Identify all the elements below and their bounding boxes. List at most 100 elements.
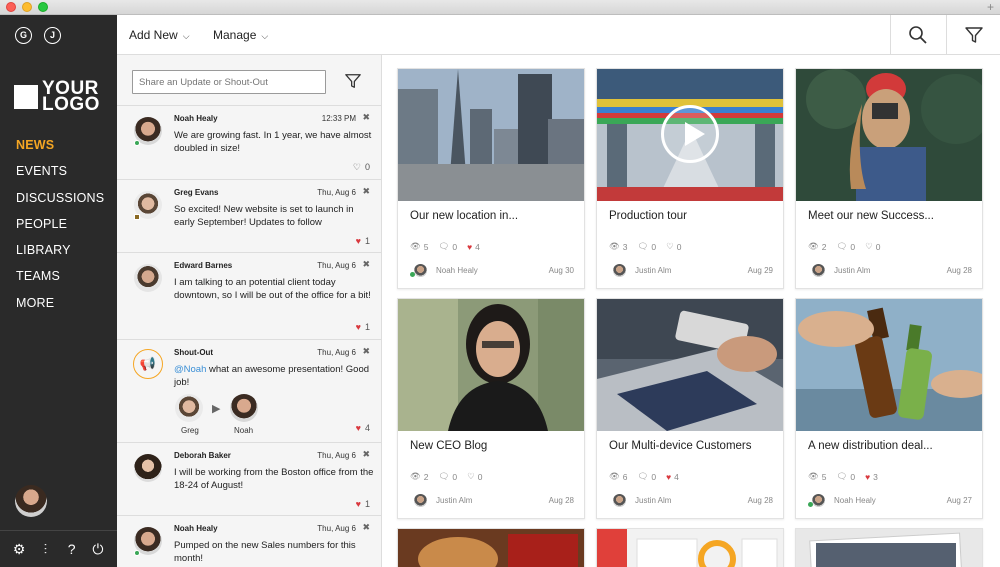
- comments-stat[interactable]: 🗨 0: [439, 471, 458, 482]
- post-author[interactable]: Noah Healy: [174, 114, 218, 123]
- search-button[interactable]: [890, 15, 944, 55]
- like-button[interactable]: ♥ 1: [356, 499, 370, 509]
- report-image: [597, 529, 783, 567]
- nav-item-teams[interactable]: TEAMS: [16, 268, 104, 294]
- filter-button[interactable]: [946, 15, 1000, 55]
- sliders-icon[interactable]: ⫶: [36, 541, 54, 558]
- news-card[interactable]: Our new location in... 👁 5 🗨 0 ♥ 4 Noah Hea…: [397, 68, 585, 289]
- nav-item-library[interactable]: LIBRARY: [16, 242, 104, 268]
- close-icon[interactable]: ✖: [362, 259, 370, 270]
- likes-stat[interactable]: ♡ 0: [865, 241, 880, 252]
- feed-post[interactable]: Noah Healy 12:33 PM ✖ We are growing fas…: [117, 106, 381, 180]
- post-author[interactable]: Shout-Out: [174, 348, 213, 357]
- likes-stat[interactable]: ♡ 0: [666, 241, 681, 252]
- play-video-icon[interactable]: [661, 105, 719, 163]
- avatar[interactable]: [613, 494, 626, 507]
- online-status-icon: [410, 272, 415, 277]
- shoutout-to: Noah: [234, 426, 254, 435]
- news-card-partial[interactable]: [397, 528, 585, 567]
- help-icon[interactable]: ?: [63, 541, 81, 557]
- likes-stat[interactable]: ♥ 4: [467, 241, 480, 252]
- nav-item-events[interactable]: EVENTS: [16, 163, 104, 189]
- share-update-input[interactable]: [132, 70, 326, 94]
- feed-post[interactable]: Noah Healy Thu, Aug 6 ✖ Pumped on the ne…: [117, 516, 381, 567]
- papers-image: [796, 529, 982, 567]
- avatar[interactable]: [134, 454, 162, 482]
- card-author[interactable]: Justin Alm: [436, 496, 472, 505]
- post-author[interactable]: Greg Evans: [174, 188, 218, 197]
- close-icon[interactable]: ✖: [362, 449, 370, 460]
- status-icon: [134, 214, 140, 220]
- g-badge-icon[interactable]: G: [15, 27, 32, 44]
- settings-icon[interactable]: ⚙: [10, 541, 28, 558]
- card-author[interactable]: Noah Healy: [436, 266, 478, 275]
- logo[interactable]: YOUR LOGO: [14, 79, 102, 114]
- new-tab-button[interactable]: +: [987, 0, 994, 14]
- views-stat: 👁 2: [410, 471, 429, 482]
- like-button[interactable]: ♥ 1: [356, 236, 370, 246]
- news-card[interactable]: Production tour 👁 3 🗨 0 ♡ 0 Justin Alm Aug …: [596, 68, 784, 289]
- news-card[interactable]: New CEO Blog 👁 2 🗨 0 ♡ 0 Justin Alm Aug 28: [397, 298, 585, 519]
- avatar[interactable]: [175, 394, 203, 422]
- comments-stat[interactable]: 🗨 0: [837, 471, 856, 482]
- mention-link[interactable]: @Noah: [174, 364, 206, 375]
- nav-item-people[interactable]: PEOPLE: [16, 216, 104, 242]
- like-button[interactable]: ♥ 1: [356, 322, 370, 332]
- news-card-partial[interactable]: [596, 528, 784, 567]
- close-icon[interactable]: ✖: [362, 522, 370, 533]
- comments-stat[interactable]: 🗨 0: [638, 471, 657, 482]
- window-close-button[interactable]: [6, 2, 16, 12]
- like-button[interactable]: ♡ 0: [353, 162, 370, 173]
- like-button[interactable]: ♥ 4: [356, 423, 370, 433]
- window-maximize-button[interactable]: [38, 2, 48, 12]
- post-text: @Noah what an awesome presentation! Good…: [174, 364, 370, 388]
- card-author[interactable]: Justin Alm: [635, 266, 671, 275]
- window-minimize-button[interactable]: [22, 2, 32, 12]
- window-titlebar: +: [0, 0, 1000, 15]
- like-count: 1: [364, 499, 370, 509]
- card-author[interactable]: Noah Healy: [834, 496, 876, 505]
- avatar[interactable]: [812, 494, 825, 507]
- likes-stat[interactable]: ♥ 4: [666, 471, 679, 482]
- likes-stat[interactable]: ♡ 0: [467, 471, 482, 482]
- feed-filter-button[interactable]: [344, 72, 362, 95]
- add-new-label: Add New: [129, 28, 178, 42]
- avatar[interactable]: [134, 264, 162, 292]
- add-new-menu[interactable]: Add New ⌵: [129, 28, 190, 42]
- post-author[interactable]: Deborah Baker: [174, 451, 231, 460]
- comments-stat[interactable]: 🗨 0: [638, 241, 657, 252]
- avatar[interactable]: [613, 264, 626, 277]
- avatar[interactable]: [414, 264, 427, 277]
- news-card[interactable]: A new distribution deal... 👁 5 🗨 0 ♥ 3 Noah…: [795, 298, 983, 519]
- news-card[interactable]: Our Multi-device Customers 👁 6 🗨 0 ♥ 4 Just…: [596, 298, 784, 519]
- close-icon[interactable]: ✖: [362, 112, 370, 123]
- avatar[interactable]: [414, 494, 427, 507]
- nav-item-discussions[interactable]: DISCUSSIONS: [16, 190, 104, 216]
- manage-menu[interactable]: Manage ⌵: [213, 28, 268, 42]
- card-author[interactable]: Justin Alm: [834, 266, 870, 275]
- post-author[interactable]: Edward Barnes: [174, 261, 232, 270]
- power-icon[interactable]: ⏻: [89, 541, 107, 558]
- news-card[interactable]: Meet our new Success... 👁 2 🗨 0 ♡ 0 Justin …: [795, 68, 983, 289]
- feed-post[interactable]: Edward Barnes Thu, Aug 6 ✖ I am talking …: [117, 253, 381, 340]
- eye-icon: 👁: [410, 471, 421, 481]
- j-badge-icon[interactable]: J: [44, 27, 61, 44]
- close-icon[interactable]: ✖: [362, 186, 370, 197]
- nav-item-more[interactable]: MORE: [16, 295, 104, 321]
- card-author[interactable]: Justin Alm: [635, 496, 671, 505]
- avatar[interactable]: [812, 264, 825, 277]
- feed-post[interactable]: Deborah Baker Thu, Aug 6 ✖ I will be wor…: [117, 443, 381, 516]
- feed-post-shoutout[interactable]: 📢 Shout-Out Thu, Aug 6 ✖ @Noah what an a…: [117, 340, 381, 443]
- feed-post[interactable]: Greg Evans Thu, Aug 6 ✖ So excited! New …: [117, 180, 381, 253]
- post-author[interactable]: Noah Healy: [174, 524, 218, 533]
- comments-stat[interactable]: 🗨 0: [837, 241, 856, 252]
- avatar[interactable]: [230, 394, 258, 422]
- logo-square-icon: [14, 85, 38, 109]
- comments-stat[interactable]: 🗨 0: [439, 241, 458, 252]
- close-icon[interactable]: ✖: [362, 346, 370, 357]
- post-time: Thu, Aug 6: [317, 348, 356, 357]
- nav-item-news[interactable]: NEWS: [16, 137, 104, 163]
- likes-stat[interactable]: ♥ 3: [865, 471, 878, 482]
- user-avatar[interactable]: [15, 485, 47, 517]
- news-card-partial[interactable]: [795, 528, 983, 567]
